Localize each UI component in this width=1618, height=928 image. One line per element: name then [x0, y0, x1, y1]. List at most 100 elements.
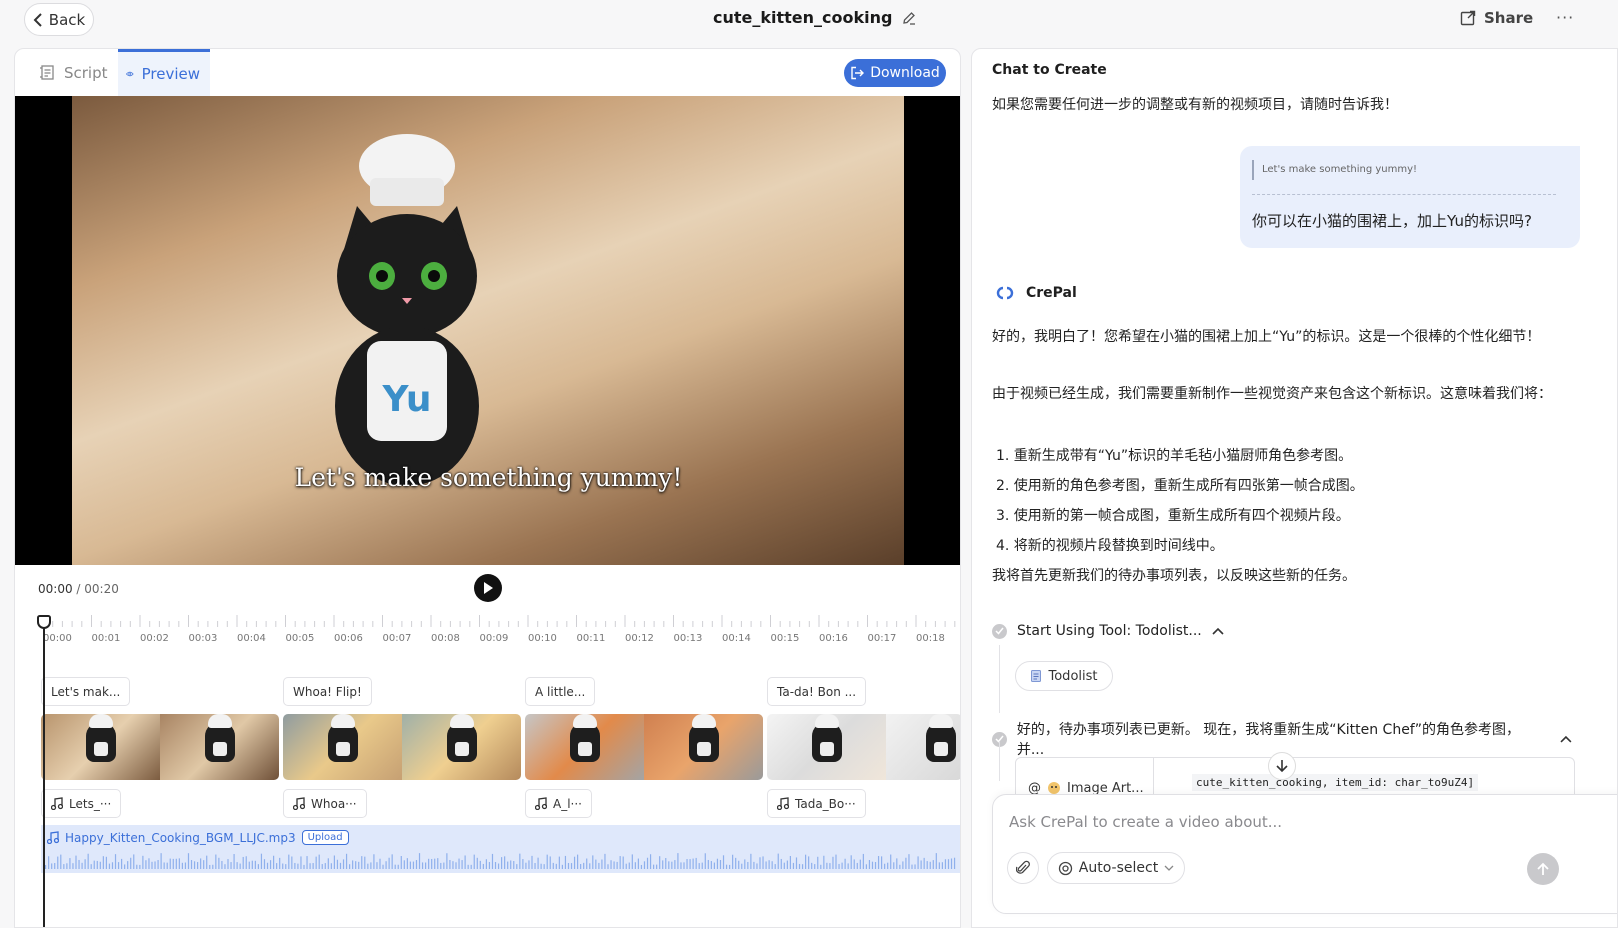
- ruler-tick-label: 00:14: [722, 633, 751, 644]
- audio-clip-1[interactable]: Lets_···: [41, 789, 122, 818]
- thumbnail: [160, 714, 279, 780]
- audio-clip-4[interactable]: Tada_Bo···: [767, 789, 866, 818]
- clip-label-1[interactable]: Let's mak...: [41, 677, 131, 706]
- assistant-message: 如果您需要任何进一步的调整或有新的视频项目，请随时告诉我！: [992, 97, 1398, 113]
- clip-label-2[interactable]: Whoa! Flip!: [283, 677, 372, 706]
- todolist-chip-label: Todolist: [1048, 668, 1098, 684]
- tab-script[interactable]: Script: [29, 49, 118, 96]
- clip-thumbnails-4[interactable]: [767, 714, 960, 780]
- total-time: / 00:20: [76, 582, 119, 596]
- tool-call-todolist[interactable]: Start Using Tool: Todolist...: [992, 623, 1224, 639]
- target-icon: [1058, 861, 1072, 875]
- ruler-tick-label: 00:10: [528, 633, 557, 644]
- scroll-to-bottom-button[interactable]: [1268, 752, 1296, 780]
- more-menu-icon[interactable]: ···: [1556, 8, 1574, 27]
- ruler-tick-label: 00:02: [140, 633, 169, 644]
- thumbnail: [41, 714, 160, 780]
- audio-clip-label: Lets_···: [69, 796, 112, 811]
- play-icon: [484, 582, 493, 594]
- timeline-ruler[interactable]: 00:00 00:01 00:02 00:03 00:04 00:05 00:06 00:07…: [41, 615, 960, 645]
- bgm-filename: Happy_Kitten_Cooking_BGM_LLJC.mp3: [65, 830, 296, 845]
- audio-clip-3[interactable]: A_l···: [525, 789, 592, 818]
- clip-thumbnails-3[interactable]: [525, 714, 763, 780]
- thumbnail: [402, 714, 521, 780]
- time-display: 00:00 / 00:20: [38, 582, 119, 596]
- svg-text:Yu: Yu: [381, 379, 431, 420]
- ruler-ticks-graphic: [42, 615, 956, 627]
- edit-pencil-icon[interactable]: [902, 11, 916, 25]
- ruler-tick-label: 00:18: [916, 633, 945, 644]
- current-time: 00:00: [38, 582, 73, 596]
- video-caption: Let's make something yummy!: [294, 463, 683, 492]
- audio-clip-label: Whoa···: [311, 796, 357, 811]
- share-button[interactable]: Share: [1460, 9, 1533, 27]
- preview-panel: Script Preview Download Yu Let's make so…: [14, 48, 961, 928]
- kitten-chef-illustration: Yu: [335, 134, 479, 486]
- video-frame-image: Yu: [72, 96, 904, 565]
- ruler-tick-label: 00:15: [770, 633, 800, 644]
- thumbnail: [767, 714, 886, 780]
- tab-preview[interactable]: Preview: [118, 49, 210, 96]
- chat-title: Chat to Create: [992, 62, 1107, 78]
- list-item: 1. 重新生成带有“Yu”标识的羊毛毡小猫厨师角色参考图。: [996, 448, 1353, 464]
- play-button[interactable]: [474, 574, 502, 602]
- arrow-down-icon: [1276, 760, 1288, 773]
- audio-clip-label: A_l···: [553, 796, 582, 811]
- clip-label-3[interactable]: A little...: [525, 677, 596, 706]
- ruler-tick-label: 00:01: [91, 633, 121, 644]
- share-label: Share: [1484, 9, 1534, 27]
- ruler-tick-label: 00:07: [382, 633, 412, 644]
- model-select[interactable]: Auto-select: [1047, 852, 1185, 884]
- clip-label-4[interactable]: Ta-da! Bon ...: [767, 677, 867, 706]
- code-snippet: cute_kitten_cooking, item_id: char_to9uZ…: [1192, 774, 1479, 791]
- image-gen-icon: [1048, 782, 1060, 794]
- assistant-paragraph-2: 由于视频已经生成，我们需要重新制作一些视觉资产来包含这个新标识。这意味着我们将：: [992, 386, 1552, 402]
- attach-button[interactable]: [1007, 852, 1039, 884]
- audio-clip-2[interactable]: Whoa···: [283, 789, 367, 818]
- music-note-icon: [777, 797, 789, 810]
- bgm-name-row: Happy_Kitten_Cooking_BGM_LLJC.mp3 Upload: [47, 830, 349, 845]
- crepal-logo-icon: [996, 286, 1014, 300]
- audio-waveform: [45, 853, 956, 869]
- thumbnail: [283, 714, 402, 780]
- list-item: 3. 使用新的第一帧合成图，重新生成所有四个视频片段。: [996, 508, 1350, 524]
- thread-line: [999, 741, 1000, 781]
- ruler-tick-label: 00:11: [576, 633, 606, 644]
- thumbnail: [644, 714, 763, 780]
- quoted-caption: Let's make something yummy!: [1252, 160, 1417, 180]
- bgm-track[interactable]: Happy_Kitten_Cooking_BGM_LLJC.mp3 Upload: [41, 825, 960, 873]
- back-label: Back: [48, 10, 86, 29]
- thumbnail: [886, 714, 960, 780]
- assistant-paragraph-1: 好的，我明白了！您希望在小猫的围裙上加上“Yu”的标识。这是一个很棒的个性化细节…: [992, 329, 1541, 345]
- ruler-tick-label: 00:03: [188, 633, 218, 644]
- user-message-bubble: Let's make something yummy! 你可以在小猫的围裙上，加…: [1240, 146, 1580, 248]
- script-icon: [40, 65, 54, 80]
- chevron-up-icon[interactable]: [1560, 735, 1572, 743]
- top-bar: Back cute_kitten_cooking Share ···: [0, 0, 1618, 40]
- music-note-icon: [51, 797, 63, 810]
- back-button[interactable]: Back: [24, 3, 94, 36]
- export-icon: [851, 66, 865, 80]
- chat-input[interactable]: [1009, 813, 1569, 831]
- assistant-paragraph-3: 我将首先更新我们的待办事项列表，以反映这些新的任务。: [992, 568, 1356, 584]
- quote-divider: [1252, 194, 1556, 195]
- ruler-tick-label: 00:08: [431, 633, 460, 644]
- ruler-tick-label: 00:12: [625, 633, 654, 644]
- assistant-steps-list: 1. 重新生成带有“Yu”标识的羊毛毡小猫厨师角色参考图。 2. 使用新的角色参…: [996, 441, 1364, 561]
- download-button[interactable]: Download: [844, 59, 946, 87]
- ruler-tick-label: 00:16: [819, 633, 848, 644]
- upload-badge[interactable]: Upload: [301, 830, 349, 845]
- ruler-tick-label: 00:17: [867, 633, 897, 644]
- chevron-up-icon[interactable]: [1212, 627, 1224, 635]
- send-button[interactable]: [1527, 853, 1559, 885]
- list-item: 2. 使用新的角色参考图，重新生成所有四张第一帧合成图。: [996, 478, 1364, 494]
- assistant-header: CrePal: [994, 285, 1077, 301]
- arrow-up-icon: [1537, 862, 1549, 875]
- todolist-chip[interactable]: Todolist: [1015, 661, 1113, 691]
- clip-thumbnails-1[interactable]: [41, 714, 279, 780]
- video-player[interactable]: Yu Let's make something yummy!: [15, 96, 960, 565]
- clip-thumbnails-2[interactable]: [283, 714, 521, 780]
- eye-icon: [126, 71, 134, 77]
- tab-preview-label: Preview: [141, 65, 200, 83]
- playhead-handle[interactable]: [37, 615, 51, 629]
